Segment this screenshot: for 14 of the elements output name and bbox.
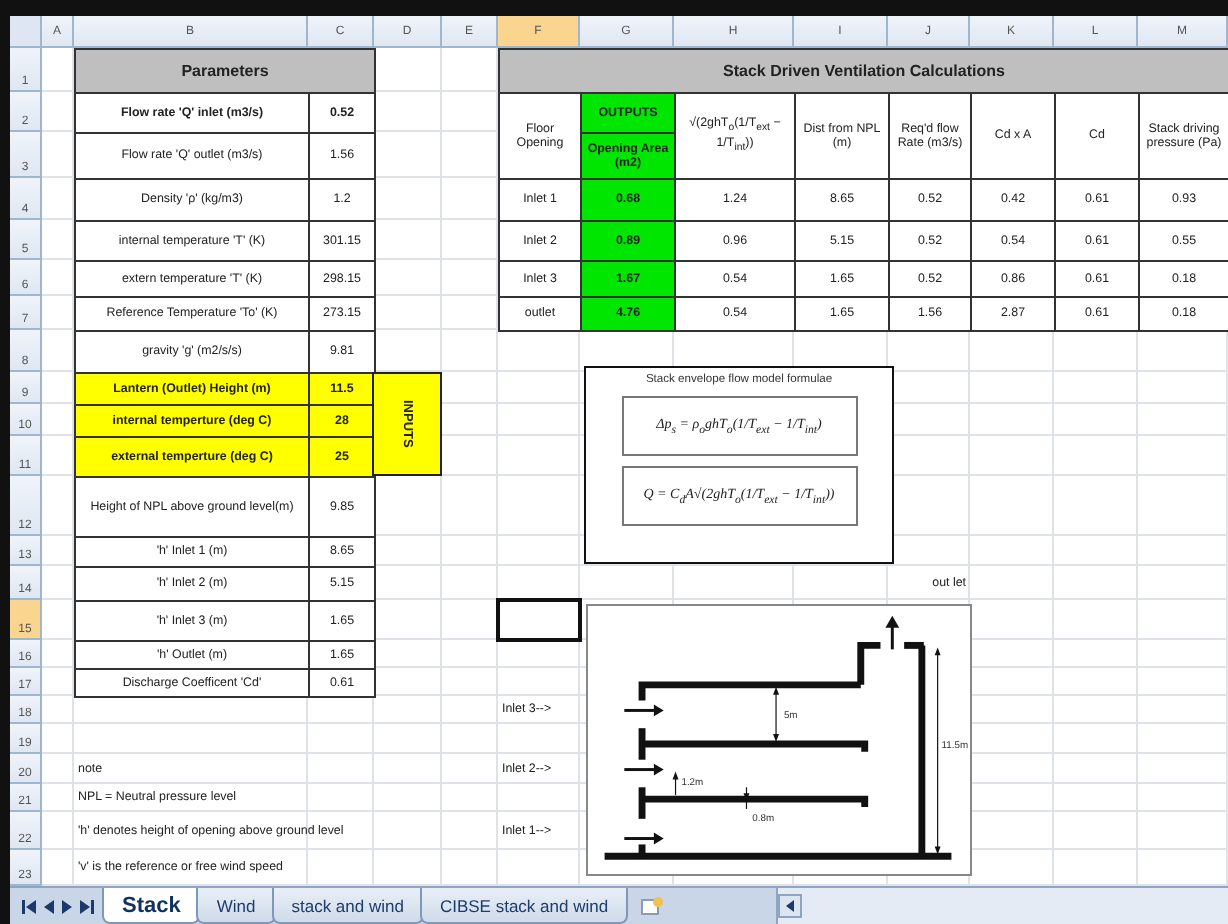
sheet-tab[interactable]: Stack [102,888,201,924]
calculations-title: Stack Driven Ventilation Calculations [498,48,1228,94]
sheet-tab[interactable]: stack and wind [271,888,424,924]
next-icon[interactable] [62,899,72,913]
new-sheet-icon[interactable] [640,896,665,916]
previous-icon[interactable] [44,899,54,913]
previous-icon[interactable] [22,899,36,913]
next-icon[interactable] [80,899,94,913]
parameters-title: Parameters [74,48,376,94]
sheet-tab[interactable]: CIBSE stack and wind [419,888,629,924]
sheet-tab[interactable]: Wind [196,888,276,924]
selected-cell[interactable] [496,598,582,642]
scroll-left-icon[interactable] [778,894,803,918]
horizontal-scrollbar[interactable] [776,888,1228,924]
